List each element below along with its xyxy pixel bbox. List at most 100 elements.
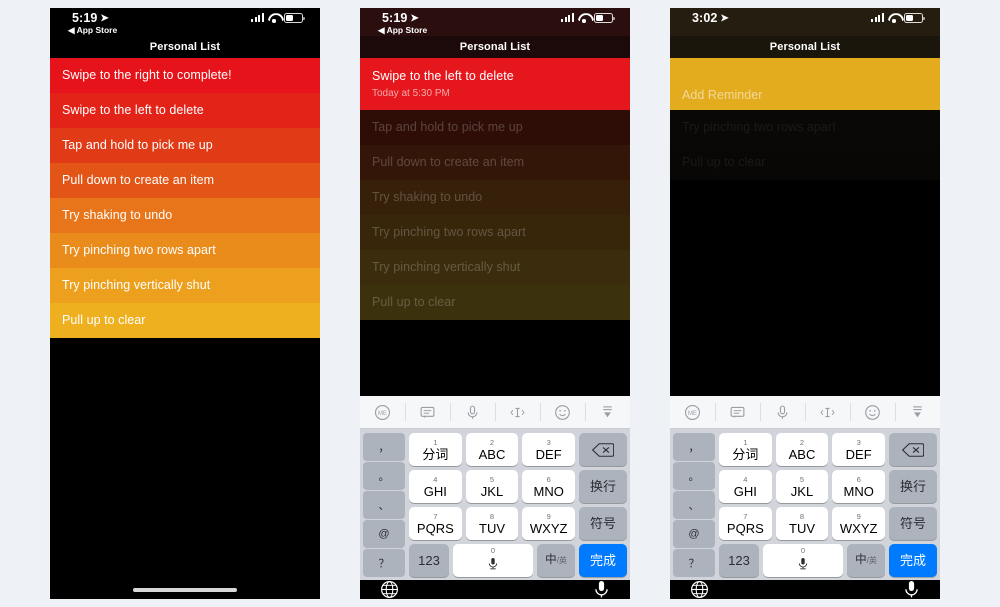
symbols-key[interactable]: 符号 (579, 507, 628, 540)
add-reminder-row[interactable]: Add Reminder (670, 58, 940, 110)
globe-icon[interactable] (380, 580, 399, 599)
key-tuv[interactable]: 8 TUV (775, 507, 829, 540)
done-key[interactable]: 完成 (889, 544, 937, 577)
list-item-title: Swipe to the right to complete! (62, 67, 232, 82)
key-ghi[interactable]: 4 GHI (409, 470, 462, 503)
emoji-smiley-icon[interactable] (850, 396, 895, 428)
microphone-icon (797, 557, 809, 574)
backspace-key[interactable] (579, 433, 628, 466)
message-bubble-icon[interactable] (715, 396, 760, 428)
key-label: 分词 (732, 446, 759, 462)
key-label: 中/英 (545, 554, 567, 567)
keypad-row-bottom: 123 0 中/英 完成 (719, 544, 937, 577)
list-item[interactable]: Try shaking to undo (50, 198, 320, 233)
backspace-icon (902, 442, 925, 457)
key-jkl[interactable]: 5 JKL (775, 470, 829, 503)
key-label: GHI (733, 483, 757, 499)
key-abc[interactable]: 2 ABC (775, 433, 829, 466)
microphone-icon[interactable] (450, 396, 495, 428)
key-def[interactable]: 3 DEF (522, 433, 576, 466)
list-item[interactable]: Try pinching two rows apart (50, 233, 320, 268)
list-item[interactable]: Swipe to the left to delete (50, 93, 320, 128)
key-pqrs[interactable]: 7 PQRS (719, 507, 772, 540)
globe-icon[interactable] (690, 580, 709, 599)
key-number: 6 (856, 474, 861, 484)
microphone-icon[interactable] (903, 580, 920, 599)
message-bubble-icon[interactable] (405, 396, 450, 428)
list-item[interactable]: Try pinching two rows apart (670, 110, 940, 145)
list-item-editing[interactable]: Swipe to the left to delete Today at 5:3… (360, 58, 630, 110)
key-wxyz[interactable]: 9 WXYZ (522, 507, 576, 540)
microphone-icon[interactable] (760, 396, 805, 428)
backspace-key[interactable] (889, 433, 938, 466)
key-number: 3 (856, 437, 861, 447)
dismiss-keyboard-icon[interactable] (895, 396, 940, 428)
key-tuv[interactable]: 8 TUV (465, 507, 519, 540)
punct-key[interactable]: ？ (363, 549, 405, 577)
list-item[interactable]: Tap and hold to pick me up (360, 110, 630, 145)
key-mno[interactable]: 6 MNO (832, 470, 886, 503)
dismiss-keyboard-icon[interactable] (585, 396, 630, 428)
key-fenci[interactable]: 1 分词 (719, 433, 772, 466)
list-item[interactable]: Try pinching two rows apart (360, 215, 630, 250)
key-label: 123 (728, 553, 750, 568)
list-item-title: Pull down to create an item (62, 172, 215, 187)
memoji-circle-icon[interactable]: ME (360, 396, 405, 428)
key-number: 7 (433, 511, 438, 521)
list-item-title: Tap and hold to pick me up (372, 119, 523, 134)
emoji-smiley-icon[interactable] (540, 396, 585, 428)
key-label: TUV (789, 520, 815, 536)
key-abc[interactable]: 2 ABC (465, 433, 519, 466)
newline-key[interactable]: 换行 (579, 470, 628, 503)
text-cursor-icon[interactable] (495, 396, 540, 428)
numeric-key[interactable]: 123 (409, 544, 449, 577)
list-item[interactable]: Swipe to the right to complete! (50, 58, 320, 93)
punct-key[interactable]: 、 (363, 491, 405, 519)
numeric-key[interactable]: 123 (719, 544, 759, 577)
list-item[interactable]: Pull up to clear (360, 285, 630, 320)
punct-key[interactable]: ？ (673, 549, 715, 577)
newline-key[interactable]: 换行 (889, 470, 938, 503)
punct-key[interactable]: 。 (673, 462, 715, 490)
page-title: Personal List (769, 41, 841, 53)
key-ghi[interactable]: 4 GHI (719, 470, 772, 503)
list-item[interactable]: Pull down to create an item (50, 163, 320, 198)
key-wxyz[interactable]: 9 WXYZ (832, 507, 886, 540)
space-key[interactable]: 0 (763, 544, 843, 577)
list-item[interactable]: Tap and hold to pick me up (50, 128, 320, 163)
punct-key[interactable]: @ (363, 520, 405, 548)
list-item[interactable]: Pull down to create an item (360, 145, 630, 180)
language-toggle-key[interactable]: 中/英 (537, 544, 575, 577)
key-label: 符号 (900, 516, 927, 531)
list-item[interactable]: Pull up to clear (50, 303, 320, 338)
back-to-app-store-link[interactable]: ◀ App Store (68, 25, 117, 36)
done-key[interactable]: 完成 (579, 544, 627, 577)
list-item[interactable]: Try pinching vertically shut (50, 268, 320, 303)
list-item[interactable]: Try pinching vertically shut (360, 250, 630, 285)
punct-key[interactable]: @ (673, 520, 715, 548)
punct-key[interactable]: ， (673, 433, 715, 461)
punct-key[interactable]: 。 (363, 462, 405, 490)
language-toggle-key[interactable]: 中/英 (847, 544, 885, 577)
key-mno[interactable]: 6 MNO (522, 470, 576, 503)
home-indicator[interactable] (133, 588, 237, 592)
list-item[interactable]: Pull up to clear (670, 145, 940, 180)
symbols-key[interactable]: 符号 (889, 507, 938, 540)
key-label: GHI (423, 483, 447, 499)
key-def[interactable]: 3 DEF (832, 433, 886, 466)
key-fenci[interactable]: 1 分词 (409, 433, 462, 466)
microphone-icon[interactable] (593, 580, 610, 599)
location-arrow-icon: ➤ (410, 13, 419, 24)
list-item[interactable]: Try shaking to undo (360, 180, 630, 215)
punct-key[interactable]: ， (363, 433, 405, 461)
back-to-app-store-link[interactable]: ◀ App Store (378, 25, 427, 36)
space-key[interactable]: 0 (453, 544, 533, 577)
memoji-circle-icon[interactable]: ME (670, 396, 715, 428)
key-label: WXYZ (529, 520, 568, 536)
cellular-signal-icon (561, 13, 574, 23)
text-cursor-icon[interactable] (805, 396, 850, 428)
punct-key[interactable]: 、 (673, 491, 715, 519)
key-number: 9 (856, 511, 861, 521)
key-jkl[interactable]: 5 JKL (465, 470, 519, 503)
key-pqrs[interactable]: 7 PQRS (409, 507, 462, 540)
